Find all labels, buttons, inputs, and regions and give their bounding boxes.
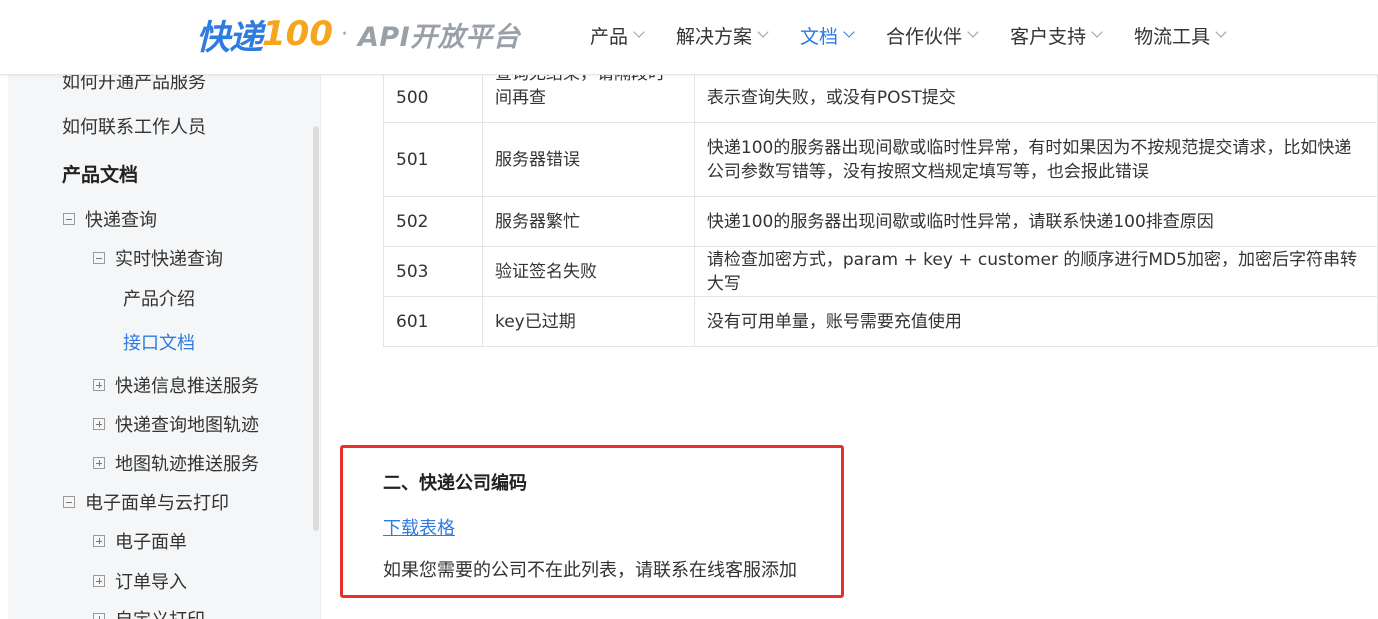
table-row: 601 key已过期 没有可用单量，账号需要充值使用 — [383, 296, 1378, 347]
sidebar-item-map-track[interactable]: 快递查询地图轨迹 — [93, 411, 259, 437]
docs-sidebar: 如何开通产品服务 如何联系工作人员 产品文档 快递查询 实时快递查询 产品介绍 … — [8, 74, 321, 619]
nav-item-label: 合作伙伴 — [886, 25, 963, 48]
logo-subtitle: API开放平台 — [357, 21, 521, 53]
error-code-cell: 503 — [383, 246, 483, 297]
table-row: 503 验证签名失败 请检查加密方式，param + key + custome… — [383, 246, 1378, 297]
error-code-table: 500 查询无结果，请隔段时间再查 表示查询失败，或没有POST提交 501 服… — [383, 74, 1378, 347]
nav-item-label: 客户支持 — [1010, 25, 1087, 48]
chevron-down-icon — [843, 26, 855, 38]
sidebar-item-express-query[interactable]: 快递查询 — [63, 206, 157, 232]
expand-icon[interactable] — [93, 613, 105, 619]
sidebar-heading-product-docs: 产品文档 — [62, 160, 138, 187]
logo-brand: 快递 — [196, 17, 263, 58]
nav-item-label: 文档 — [800, 25, 839, 48]
section-title: 二、快递公司编码 — [383, 473, 527, 494]
nav-item-products[interactable]: 产品 — [590, 22, 645, 49]
collapse-icon[interactable] — [63, 496, 75, 508]
expand-icon[interactable] — [93, 535, 105, 547]
sidebar-item-label: 电子面单 — [115, 532, 187, 553]
error-name-cell: 服务器繁忙 — [481, 196, 695, 247]
expand-icon[interactable] — [93, 457, 105, 469]
sidebar-item-label: 接口文档 — [123, 333, 195, 354]
sidebar-item-label: 如何联系工作人员 — [62, 117, 206, 138]
sidebar-item-e-waybill[interactable]: 电子面单 — [93, 528, 187, 554]
collapse-icon[interactable] — [93, 252, 105, 264]
nav-item-label: 物流工具 — [1134, 25, 1211, 48]
sidebar-item-api-docs[interactable]: 接口文档 — [123, 329, 195, 355]
collapse-icon[interactable] — [63, 213, 75, 225]
sidebar-item-order-import[interactable]: 订单导入 — [93, 568, 187, 594]
sidebar-item-label: 快递查询地图轨迹 — [115, 415, 259, 436]
expand-icon[interactable] — [93, 418, 105, 430]
error-desc-cell: 表示查询失败，或没有POST提交 — [693, 74, 1378, 123]
sidebar-item-push-service[interactable]: 快递信息推送服务 — [93, 372, 259, 398]
sidebar-item-realtime-query[interactable]: 实时快递查询 — [93, 245, 223, 271]
error-code-cell: 601 — [383, 296, 483, 347]
sidebar-item-label: 快递查询 — [85, 210, 157, 231]
logo-separator: · — [340, 21, 348, 47]
sidebar-item-label: 电子面单与云打印 — [85, 493, 229, 514]
section-note: 如果您需要的公司不在此列表，请联系在线客服添加 — [383, 560, 797, 581]
error-name-cell: 服务器错误 — [481, 122, 695, 197]
nav-item-logistics-tools[interactable]: 物流工具 — [1134, 22, 1227, 49]
error-name-cell: 查询无结果，请隔段时间再查 — [481, 74, 695, 123]
main-nav: 产品 解决方案 文档 合作伙伴 客户支持 物流工具 — [590, 0, 1258, 70]
expand-icon[interactable] — [93, 379, 105, 391]
error-desc-cell: 快递100的服务器出现间歇或临时性异常，请联系快递100排查原因 — [693, 196, 1378, 247]
sidebar-item-label: 自定义打印 — [115, 606, 205, 619]
nav-item-support[interactable]: 客户支持 — [1010, 22, 1103, 49]
error-desc-cell: 请检查加密方式，param + key + customer 的顺序进行MD5加… — [693, 246, 1378, 297]
error-name-cell: key已过期 — [481, 296, 695, 347]
top-navigation-bar: 快递 100 · API开放平台 产品 解决方案 文档 合作伙伴 客户支持 物流… — [0, 0, 1378, 75]
sidebar-scrollbar[interactable] — [313, 126, 319, 531]
sidebar-item-open-service[interactable]: 如何开通产品服务 — [62, 74, 206, 94]
nav-item-docs[interactable]: 文档 — [800, 22, 855, 49]
sidebar-item-contact-staff[interactable]: 如何联系工作人员 — [62, 113, 206, 139]
table-row: 502 服务器繁忙 快递100的服务器出现间歇或临时性异常，请联系快递100排查… — [383, 196, 1378, 247]
chevron-down-icon — [633, 26, 645, 38]
logo-brand-number: 100 — [262, 14, 333, 54]
sidebar-item-map-track-push[interactable]: 地图轨迹推送服务 — [93, 450, 259, 476]
table-row: 500 查询无结果，请隔段时间再查 表示查询失败，或没有POST提交 — [383, 74, 1378, 123]
sidebar-item-e-waybill-cloud-print[interactable]: 电子面单与云打印 — [63, 489, 229, 515]
nav-item-solutions[interactable]: 解决方案 — [676, 22, 769, 49]
sidebar-item-custom-print[interactable]: 自定义打印 — [93, 606, 205, 619]
nav-item-partners[interactable]: 合作伙伴 — [886, 22, 979, 49]
table-row: 501 服务器错误 快递100的服务器出现间歇或临时性异常，有时如果因为不按规范… — [383, 122, 1378, 197]
sidebar-item-label: 产品介绍 — [123, 289, 195, 310]
nav-item-label: 解决方案 — [676, 25, 753, 48]
sidebar-item-label: 实时快递查询 — [115, 249, 223, 270]
error-name-cell: 验证签名失败 — [481, 246, 695, 297]
nav-item-label: 产品 — [590, 25, 629, 48]
error-desc-cell: 没有可用单量，账号需要充值使用 — [693, 296, 1378, 347]
sidebar-item-product-intro[interactable]: 产品介绍 — [123, 285, 195, 311]
chevron-down-icon — [1091, 26, 1103, 38]
chevron-down-icon — [757, 26, 769, 38]
error-code-cell: 502 — [383, 196, 483, 247]
error-desc-cell: 快递100的服务器出现间歇或临时性异常，有时如果因为不按规范提交请求，比如快递公… — [693, 122, 1378, 197]
chevron-down-icon — [1215, 26, 1227, 38]
download-table-link[interactable]: 下载表格 — [383, 514, 455, 540]
expand-icon[interactable] — [93, 575, 105, 587]
sidebar-item-label: 地图轨迹推送服务 — [115, 454, 259, 475]
error-code-cell: 500 — [383, 74, 483, 123]
sidebar-item-label: 快递信息推送服务 — [115, 376, 259, 397]
sidebar-heading-label: 产品文档 — [62, 164, 139, 186]
doc-content: 500 查询无结果，请隔段时间再查 表示查询失败，或没有POST提交 501 服… — [321, 74, 1378, 619]
sidebar-item-label: 订单导入 — [115, 572, 187, 593]
kuaidi100-logo[interactable]: 快递 100 · API开放平台 — [196, 12, 521, 58]
sidebar-item-label: 如何开通产品服务 — [62, 74, 206, 93]
chevron-down-icon — [967, 26, 979, 38]
error-code-cell: 501 — [383, 122, 483, 197]
